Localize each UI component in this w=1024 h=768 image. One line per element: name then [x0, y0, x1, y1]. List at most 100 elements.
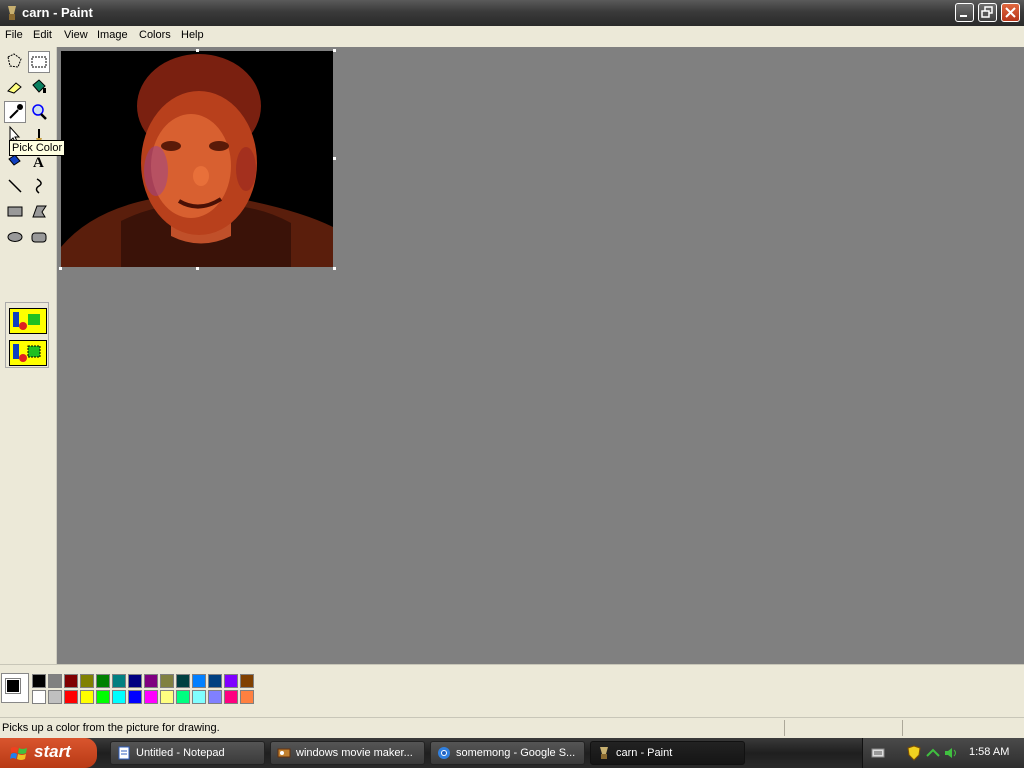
rect-select-icon	[31, 56, 47, 68]
eraser-icon	[7, 82, 22, 94]
start-label: start	[34, 742, 71, 761]
window-title: carn - Paint	[22, 5, 93, 20]
resize-handle-bottom-right[interactable]	[333, 267, 336, 270]
curve-icon	[35, 178, 42, 194]
magnifier-tool[interactable]	[28, 101, 50, 123]
start-button[interactable]: start	[0, 738, 97, 768]
status-text: Picks up a color from the picture for dr…	[2, 722, 220, 734]
fill-tool[interactable]	[28, 76, 50, 98]
polygon-icon	[32, 205, 47, 218]
eyedropper-icon	[9, 104, 23, 119]
palette-swatch[interactable]	[128, 674, 142, 688]
palette-swatch[interactable]	[144, 674, 158, 688]
task-notepad[interactable]: Untitled - Notepad	[110, 741, 265, 765]
current-colors[interactable]	[1, 673, 29, 703]
free-form-select-tool[interactable]	[4, 51, 26, 73]
rectangle-tool[interactable]	[4, 200, 26, 222]
palette-swatch[interactable]	[64, 690, 78, 704]
title-bar[interactable]: carn - Paint	[0, 0, 1024, 26]
canvas-area[interactable]	[57, 47, 1024, 664]
resize-handle-right[interactable]	[333, 157, 336, 160]
close-button[interactable]	[1001, 3, 1020, 22]
polygon-tool[interactable]	[28, 200, 50, 222]
photo-portrait	[61, 51, 333, 267]
curve-tool[interactable]	[28, 175, 50, 197]
menu-image[interactable]: Image	[97, 29, 128, 41]
palette-swatch[interactable]	[32, 674, 46, 688]
taskbar: start Untitled - Notepad windows movie m…	[0, 738, 1024, 768]
image-canvas[interactable]	[61, 51, 333, 267]
paint-app-icon	[8, 6, 16, 20]
magnifier-icon	[32, 104, 47, 120]
opaque-background-option[interactable]	[9, 308, 47, 334]
task-paint[interactable]: carn - Paint	[590, 741, 745, 765]
palette-swatch[interactable]	[144, 690, 158, 704]
paint-app-icon	[600, 747, 608, 759]
task-label: Untitled - Notepad	[136, 747, 225, 759]
security-shield-icon[interactable]	[907, 745, 921, 761]
opaque-shapes-icon	[13, 312, 40, 330]
clock: 1:58 AM	[969, 746, 1010, 758]
svg-text:A: A	[33, 155, 44, 171]
menu-file[interactable]: File	[5, 29, 23, 41]
palette-swatch[interactable]	[96, 690, 110, 704]
palette-swatch[interactable]	[192, 674, 206, 688]
palette-swatch[interactable]	[64, 674, 78, 688]
palette-swatch[interactable]	[224, 674, 238, 688]
line-tool[interactable]	[4, 175, 26, 197]
rectangle-icon	[7, 206, 23, 217]
keyboard-icon[interactable]	[871, 746, 885, 760]
transparent-background-option[interactable]	[9, 340, 47, 366]
tool-options-box	[5, 302, 49, 368]
network-icon[interactable]	[925, 746, 941, 760]
pick-color-tool[interactable]	[4, 101, 26, 123]
palette-swatch[interactable]	[48, 690, 62, 704]
task-google-chrome[interactable]: somemong - Google S...	[430, 741, 585, 765]
palette-swatch[interactable]	[208, 674, 222, 688]
resize-handle-bottom[interactable]	[196, 267, 199, 270]
status-separator	[902, 720, 903, 736]
palette-swatch[interactable]	[176, 674, 190, 688]
palette-swatch[interactable]	[112, 674, 126, 688]
resize-handle-top[interactable]	[196, 49, 199, 52]
menu-view[interactable]: View	[64, 29, 88, 41]
select-tool[interactable]	[28, 51, 50, 73]
palette-swatch[interactable]	[160, 690, 174, 704]
palette-swatch[interactable]	[32, 690, 46, 704]
resize-handle-top-right[interactable]	[333, 49, 336, 52]
palette-swatch[interactable]	[240, 674, 254, 688]
minimize-icon	[960, 15, 967, 17]
chrome-icon	[438, 747, 450, 759]
movie-maker-icon	[277, 748, 291, 758]
restore-icon	[981, 6, 993, 18]
palette-swatch[interactable]	[112, 690, 126, 704]
ellipse-tool[interactable]	[4, 226, 26, 248]
palette-swatch[interactable]	[224, 690, 238, 704]
resize-handle-bottom-left[interactable]	[59, 267, 62, 270]
close-icon	[1005, 7, 1016, 18]
palette-swatch[interactable]	[176, 690, 190, 704]
palette-swatch[interactable]	[208, 690, 222, 704]
palette-swatch[interactable]	[80, 674, 94, 688]
volume-icon[interactable]	[943, 746, 959, 760]
paint-bucket-icon	[32, 79, 46, 93]
color-box	[0, 664, 1024, 715]
palette-swatch[interactable]	[96, 674, 110, 688]
restore-button[interactable]	[978, 3, 997, 22]
minimize-button[interactable]	[955, 3, 974, 22]
eraser-tool[interactable]	[4, 76, 26, 98]
palette-swatch[interactable]	[160, 674, 174, 688]
palette-swatch[interactable]	[48, 674, 62, 688]
task-movie-maker[interactable]: windows movie maker...	[270, 741, 425, 765]
menu-colors[interactable]: Colors	[139, 29, 171, 41]
palette-swatch[interactable]	[192, 690, 206, 704]
palette-swatch[interactable]	[240, 690, 254, 704]
palette-swatch[interactable]	[80, 690, 94, 704]
task-label: windows movie maker...	[296, 747, 413, 759]
windows-flag-icon	[10, 747, 27, 760]
rounded-rectangle-tool[interactable]	[28, 226, 50, 248]
menu-edit[interactable]: Edit	[33, 29, 52, 41]
rounded-rectangle-icon	[31, 232, 47, 243]
menu-help[interactable]: Help	[181, 29, 204, 41]
palette-swatch[interactable]	[128, 690, 142, 704]
